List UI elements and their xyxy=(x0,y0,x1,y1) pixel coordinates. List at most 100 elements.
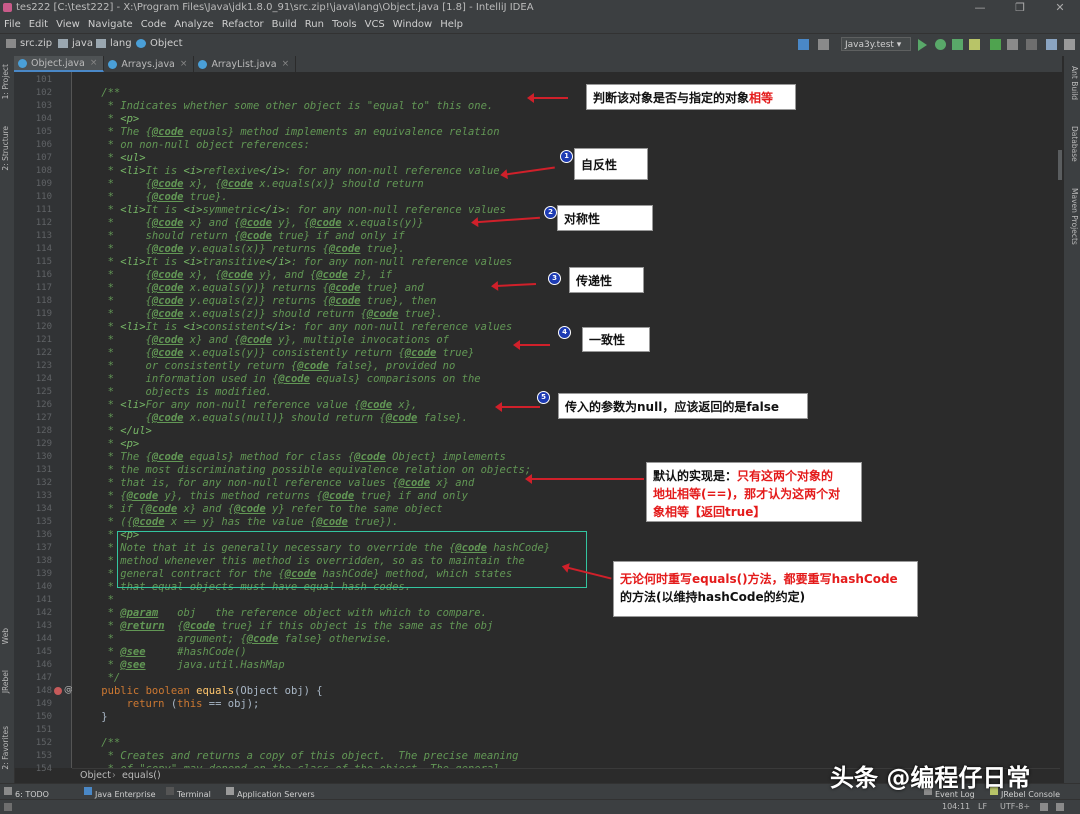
code-line: * {@code x.equals(y)} returns {@code tru… xyxy=(76,282,424,294)
menu-help[interactable]: Help xyxy=(436,16,467,33)
run-icon[interactable] xyxy=(918,39,927,51)
breadcrumb-src-zip[interactable]: src.zip xyxy=(6,38,52,49)
tab-arraylist-java[interactable]: ArrayList.java × xyxy=(194,56,297,72)
line-number: 124 xyxy=(35,374,52,384)
editor-scrollbar-thumb[interactable] xyxy=(1058,150,1062,180)
application-servers-tool-button[interactable]: Application Servers xyxy=(226,787,315,799)
menu-code[interactable]: Code xyxy=(137,16,171,33)
structure-tool-tab[interactable]: 2: Structure xyxy=(1,126,13,171)
code-line: * objects is modified. xyxy=(76,386,272,398)
code-line: * {@code x}, {@code x.equals(x)} should … xyxy=(76,178,424,190)
line-separator[interactable]: LF xyxy=(978,802,987,811)
line-number: 125 xyxy=(35,387,52,397)
code-line: * {@code x.equals(null)} should return {… xyxy=(76,412,468,424)
code-editor[interactable]: /** * Indicates whether some other objec… xyxy=(72,72,1060,768)
lock-icon[interactable] xyxy=(1040,803,1048,811)
menu-vcs[interactable]: VCS xyxy=(361,16,389,33)
minimize-button[interactable]: — xyxy=(960,0,1000,16)
code-breadcrumb-class[interactable]: Object xyxy=(80,769,111,783)
hashcode-note-highlight xyxy=(117,531,587,588)
line-number: 140 xyxy=(35,582,52,592)
menu-file[interactable]: File xyxy=(0,16,25,33)
ant-build-tool-tab[interactable]: Ant Build xyxy=(1067,66,1079,100)
run-configuration-select[interactable]: Java3y.test ▾ xyxy=(841,37,911,51)
database-tool-tab[interactable]: Database xyxy=(1067,126,1079,162)
close-button[interactable]: ✕ xyxy=(1040,0,1080,16)
code-line: return (this == obj); xyxy=(126,698,260,710)
annotation-reflexive: 自反性 xyxy=(574,148,648,180)
breadcrumb-lang[interactable]: lang xyxy=(96,38,132,49)
line-number: 117 xyxy=(35,283,52,293)
menu-tools[interactable]: Tools xyxy=(328,16,361,33)
menu-analyze[interactable]: Analyze xyxy=(170,16,217,33)
line-number: 128 xyxy=(35,426,52,436)
close-tab-icon[interactable]: × xyxy=(90,58,98,68)
line-number: 148 xyxy=(35,686,52,696)
project-tool-tab[interactable]: 1: Project xyxy=(1,64,13,99)
java-enterprise-tool-button[interactable]: Java Enterprise xyxy=(84,787,156,799)
line-number: 109 xyxy=(35,179,52,189)
code-line: * ({@code x == y} has the value {@code t… xyxy=(76,516,399,528)
stop-icon[interactable] xyxy=(1026,39,1037,50)
tab-label: ArrayList.java xyxy=(211,58,277,70)
code-breadcrumb-method[interactable]: equals() xyxy=(122,769,161,783)
tool-label: Java Enterprise xyxy=(95,790,156,799)
code-line: * @param obj the reference object with w… xyxy=(76,607,487,619)
code-line: * </ul> xyxy=(76,425,152,437)
todo-tool-button[interactable]: 6: TODO xyxy=(4,787,49,799)
line-number: 149 xyxy=(35,699,52,709)
line-number: 111 xyxy=(35,205,52,215)
override-marker-icon[interactable] xyxy=(54,687,62,695)
file-encoding[interactable]: UTF-8÷ xyxy=(1000,802,1030,811)
close-tab-icon[interactable]: × xyxy=(282,59,290,69)
project-structure-icon[interactable] xyxy=(1046,39,1057,50)
update-icon[interactable] xyxy=(1007,39,1018,50)
menu-build[interactable]: Build xyxy=(268,16,301,33)
terminal-tool-button[interactable]: Terminal xyxy=(166,787,211,799)
code-line: } xyxy=(76,711,108,723)
line-number: 147 xyxy=(35,673,52,683)
menu-run[interactable]: Run xyxy=(301,16,328,33)
line-number: 106 xyxy=(35,140,52,150)
jrebel-run-icon[interactable] xyxy=(969,39,980,50)
tool-label: Application Servers xyxy=(237,790,315,799)
coverage-icon[interactable] xyxy=(952,39,963,50)
jrebel-debug-icon[interactable] xyxy=(990,39,1001,50)
line-number: 104 xyxy=(35,114,52,124)
search-icon[interactable] xyxy=(1064,39,1075,50)
maximize-button[interactable]: ❐ xyxy=(1000,0,1040,16)
breadcrumb-label: lang xyxy=(110,38,132,49)
breadcrumb-object[interactable]: Object xyxy=(136,38,183,49)
code-line: * <li>It is <i>symmetric</i>: for any no… xyxy=(76,204,506,216)
tab-label: Object.java xyxy=(31,57,85,69)
annotation-equals-summary: 判断该对象是否与指定的对象 相等 xyxy=(586,84,796,110)
tab-object-java[interactable]: Object.java × xyxy=(14,56,105,72)
maven-projects-tool-tab[interactable]: Maven Projects xyxy=(1067,188,1079,245)
person-icon[interactable] xyxy=(818,39,829,50)
build-icon[interactable] xyxy=(798,39,809,50)
line-number: 152 xyxy=(35,738,52,748)
breadcrumb-java[interactable]: java xyxy=(58,38,93,49)
tab-arrays-java[interactable]: Arrays.java × xyxy=(104,56,195,72)
menu-window[interactable]: Window xyxy=(389,16,436,33)
line-number: 123 xyxy=(35,361,52,371)
line-number: 122 xyxy=(35,348,52,358)
favorites-tool-tab[interactable]: 2: Favorites xyxy=(1,726,13,770)
jrebel-tool-tab[interactable]: JRebel xyxy=(1,670,13,693)
menu-edit[interactable]: Edit xyxy=(25,16,52,33)
tool-label: Terminal xyxy=(177,790,211,799)
caret-position[interactable]: 104:11 xyxy=(942,802,970,811)
debug-icon[interactable] xyxy=(935,39,946,50)
close-tab-icon[interactable]: × xyxy=(180,59,188,69)
line-number: 142 xyxy=(35,608,52,618)
inspector-icon[interactable] xyxy=(1056,803,1064,811)
class-icon xyxy=(108,59,118,69)
menu-view[interactable]: View xyxy=(52,16,84,33)
menu-refactor[interactable]: Refactor xyxy=(218,16,268,33)
web-tool-tab[interactable]: Web xyxy=(1,628,13,644)
badge-1: 1 xyxy=(560,150,573,163)
line-number: 107 xyxy=(35,153,52,163)
arrow-to-null-case xyxy=(495,402,540,412)
panel-toggle-icon[interactable] xyxy=(4,803,12,811)
menu-navigate[interactable]: Navigate xyxy=(84,16,137,33)
